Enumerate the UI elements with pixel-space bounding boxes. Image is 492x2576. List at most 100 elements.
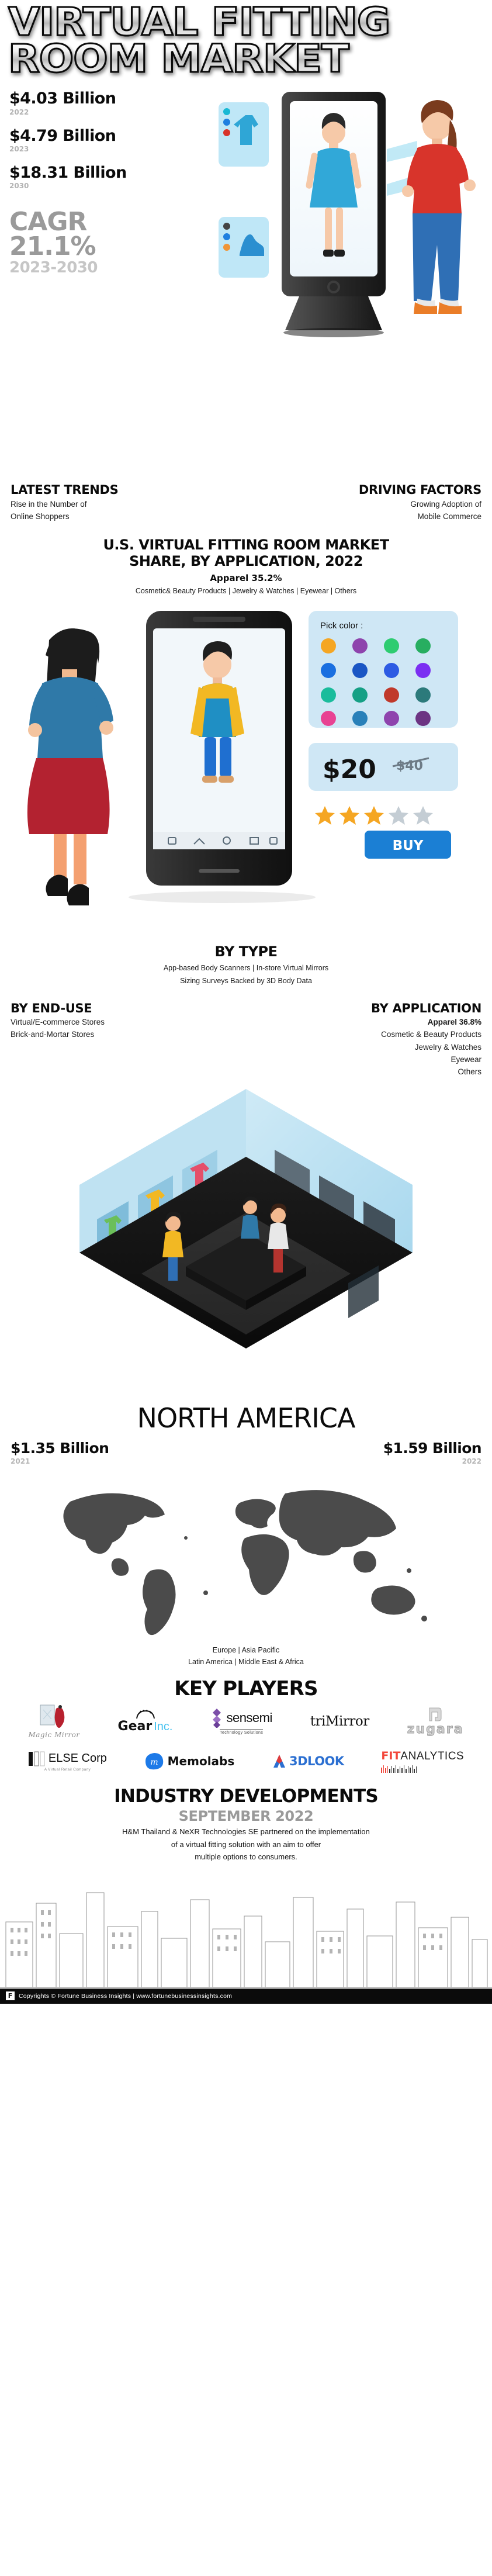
store-room-illustration [79,1089,413,1349]
region-title: NORTH AMERICA [137,1402,356,1434]
logo-3dlook[interactable]: 3DLOOK [272,1754,344,1769]
logo-fit-label: FIT [381,1749,401,1763]
world-map-illustration [63,1490,427,1635]
latest-trends-line-2: Online Shoppers [11,511,70,521]
by-end-use-item-1: Virtual/E-commerce Stores [11,1018,105,1027]
hero-section: $4.03 Billion 2022 $4.79 Billion 2023 $1… [0,79,492,488]
fortune-logo-icon: F [6,1991,15,2001]
footer-bar: F Copyrights © Fortune Business Insights… [0,1988,492,2004]
region-stat-right: $1.59 Billion 2022 [246,1440,482,1466]
stat-year: 2023 [9,145,29,154]
stat-value: $18.31 Billion [9,164,127,182]
page-title: VIRTUAL FITTING ROOM MARKET [0,0,492,79]
logo-else-corp-tagline: A Virtual Retail Company [44,1767,91,1772]
developments-heading: INDUSTRY DEVELOPMENTS [114,1786,379,1807]
developments-body-line-1: H&M Thailand & NeXR Technologies SE part… [122,1827,370,1837]
infographic-page: VIRTUAL FITTING ROOM MARKET $4.03 Billio… [0,0,492,2004]
region-year-left: 2021 [11,1457,30,1466]
logo-gear-inc[interactable]: Gear Inc. [117,1709,173,1734]
stat-2023: $4.79 Billion 2023 [9,126,202,154]
logo-sensemi-label: sensemi [226,1710,272,1726]
logo-memolabs-label: Memolabs [167,1754,235,1769]
stat-value: $4.79 Billion [9,126,116,145]
sensemi-diamond-icon [213,1709,221,1728]
driving-factors-line-2: Mobile Commerce [417,511,481,521]
app-bottom-nav[interactable] [153,831,285,849]
logo-trimirror-label: triMirror [310,1714,369,1730]
stat-value: $4.03 Billion [9,89,116,108]
price-panel: $20 $40 [309,742,458,791]
title-line-2: ROOM MARKET [7,39,492,79]
logo-sensemi-tagline: Technology Solutions [220,1729,264,1735]
by-application-item-2: Jewelry & Watches [414,1042,481,1052]
rating-stars [315,805,433,825]
us-share-heading-line-2: SHARE, BY APPLICATION, 2022 [129,552,363,569]
isometric-store-room-scene [0,1077,492,1405]
key-players-row-1: Magic Mirror Gear Inc. sensemi Technolog… [0,1700,492,1742]
floating-card-dress [219,102,269,167]
mobile-fitting-illustration: Pick color : $20 $40 BUY [27,610,458,905]
region-stats-row: $1.35 Billion 2021 $1.59 Billion 2022 [0,1432,492,1465]
skyline-windows [11,1910,442,1956]
stat-year: 2030 [9,182,29,191]
developments-body-line-2: of a virtual fitting solution with an ai… [171,1839,321,1849]
virtual-mirror-kiosk-illustration [219,92,476,338]
key-players-heading: KEY PLAYERS [174,1677,318,1701]
other-regions: Europe | Asia Pacific Latin America | Mi… [0,1644,492,1668]
by-application-leader: Apparel 36.8% [427,1018,481,1027]
logo-analytics-label: ANALYTICS [400,1750,465,1763]
logo-fit-analytics[interactable]: FIT ANALYTICS [381,1749,464,1773]
memolabs-icon: m [145,1753,163,1770]
price-current: $20 [323,755,376,784]
magic-mirror-icon [40,1704,64,1728]
logo-else-corp[interactable]: ELSE Corp A Virtual Retail Company [28,1751,107,1772]
latest-trends-block: LATEST TRENDS Rise in the Number of Onli… [11,483,246,522]
title-line-1: VIRTUAL FITTING [7,2,492,42]
buy-button[interactable]: BUY [365,830,451,859]
hero-illustration [212,79,492,465]
logo-gear-label: Gear [117,1719,153,1734]
stat-2022: $4.03 Billion 2022 [9,91,202,116]
smartphone [146,610,292,886]
key-players-row-2: ELSE Corp A Virtual Retail Company m Mem… [0,1742,492,1780]
buy-button-label: BUY [393,838,424,853]
other-regions-line-2: Latin America | Middle East & Africa [188,1658,304,1666]
skyline-buildings [5,1892,488,1988]
by-end-use-item-2: Brick-and-Mortar Stores [11,1030,95,1039]
svg-text:m: m [150,1758,158,1767]
shopper-figure [402,100,476,314]
logo-else-corp-label: ELSE Corp [48,1752,107,1765]
logo-memolabs[interactable]: m Memolabs [144,1752,235,1771]
us-share-block: U.S. VIRTUAL FITTING ROOM MARKET SHARE, … [0,537,492,597]
shopper-back-view [27,628,113,905]
cagr-value: 21.1% [9,231,96,262]
region-value-left: $1.35 Billion [11,1440,109,1457]
phone-scene: Pick color : $20 $40 BUY [0,605,492,1014]
stat-year: 2022 [9,108,29,116]
3dlook-icon [273,1755,286,1768]
logo-magic-mirror-label: Magic Mirror [28,1731,80,1740]
floating-card-shoe [219,217,269,278]
logo-3dlook-label: 3DLOOK [289,1754,344,1769]
by-application-item-4: Others [458,1067,481,1076]
logo-trimirror[interactable]: triMirror [310,1714,369,1729]
other-regions-line-1: Europe | Asia Pacific [212,1646,280,1655]
us-share-segments: Cosmetic& Beauty Products | Jewelry & Wa… [135,587,357,596]
map-continents [63,1490,427,1635]
gear-icon [136,1709,155,1719]
else-corp-icon [28,1751,45,1766]
stat-2030: $18.31 Billion 2030 [9,164,202,191]
logo-magic-mirror[interactable]: Magic Mirror [28,1704,79,1739]
cagr-label: CAGR [9,207,87,237]
region-year-right: 2022 [462,1457,481,1466]
footer-copyright: Copyrights © Fortune Business Insights |… [19,1992,233,2000]
logo-sensemi[interactable]: sensemi Technology Solutions [210,1708,272,1735]
hero-stats: $4.03 Billion 2022 $4.79 Billion 2023 $1… [9,91,202,276]
developments-body-line-3: multiple options to consumers. [195,1852,297,1862]
cagr-block: CAGR 21.1% 2023-2030 [9,207,202,276]
logo-gear-suffix: Inc. [154,1720,173,1733]
trends-drivers-row: LATEST TRENDS Rise in the Number of Onli… [0,483,492,522]
logo-zugara[interactable]: zugara [407,1707,464,1737]
by-application-item-1: Cosmetic & Beauty Products [381,1030,481,1039]
region-stat-left: $1.35 Billion 2021 [11,1440,246,1465]
